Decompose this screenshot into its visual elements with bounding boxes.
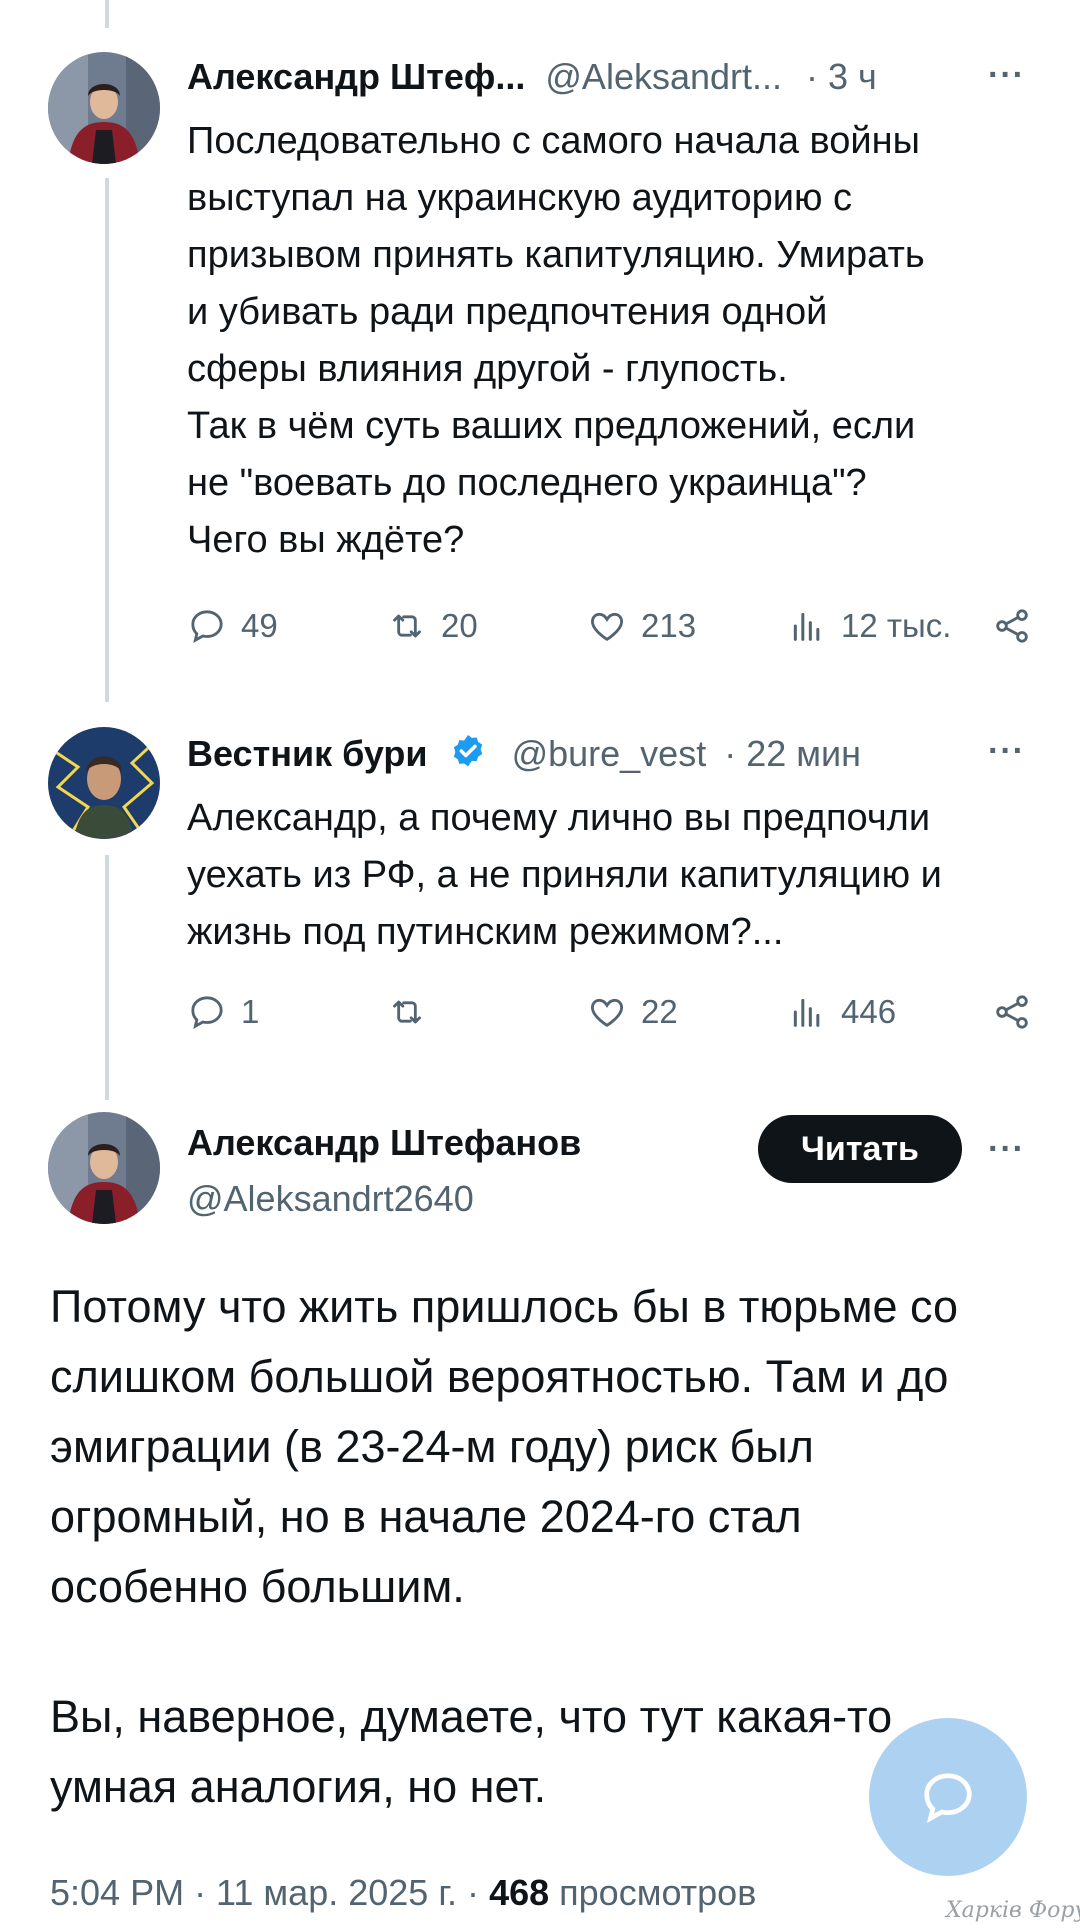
text-line: особенно большим. xyxy=(50,1561,465,1612)
like-count: 22 xyxy=(641,993,678,1030)
more-options-icon[interactable]: ··· xyxy=(988,732,1025,771)
reply-count: 1 xyxy=(241,993,260,1030)
text-line: жизнь под путинским режимом?... xyxy=(187,911,784,953)
text-line: сферы влияния другой - глупость. xyxy=(187,348,788,390)
views-label: просмотров xyxy=(559,1872,757,1913)
views-button[interactable]: 12 тыс. xyxy=(787,606,951,646)
more-options-icon[interactable]: ··· xyxy=(988,1130,1025,1169)
text-line: огромный, но в начале 2024-го стал xyxy=(50,1491,802,1542)
author-name[interactable]: Вестник бури xyxy=(187,733,428,774)
thread-line-top xyxy=(105,0,109,28)
views-icon xyxy=(793,612,820,641)
text-line: слишком большой вероятностью. Там и до xyxy=(50,1351,949,1402)
reply-button[interactable]: 1 xyxy=(187,992,259,1032)
tweet-actions: 49 20 213 12 тыс. xyxy=(187,606,1047,666)
follow-button[interactable]: Читать xyxy=(758,1115,962,1183)
author-name[interactable]: Александр Штефанов xyxy=(187,1122,581,1163)
repost-button[interactable] xyxy=(387,992,441,1032)
share-icon xyxy=(996,995,1028,1029)
avatar[interactable] xyxy=(48,1112,160,1224)
share-button[interactable] xyxy=(992,606,1032,646)
author-name[interactable]: Александр Штеф... xyxy=(187,56,525,97)
text-line: эмиграции (в 23-24-м году) риск был xyxy=(50,1421,814,1472)
avatar[interactable] xyxy=(48,52,160,164)
avatar[interactable] xyxy=(48,727,160,839)
more-options-icon[interactable]: ··· xyxy=(988,56,1025,95)
tweet-text: Александр, а почему лично вы предпочли у… xyxy=(187,790,1047,961)
repost-icon xyxy=(393,614,421,638)
tweet-header: Александр Штеф... @Aleksandrt... · 3 ч xyxy=(187,56,877,98)
share-icon xyxy=(996,609,1028,643)
tweet-time[interactable]: · 22 мин xyxy=(724,733,861,774)
like-count: 213 xyxy=(641,607,697,644)
text-line: уехать из РФ, а не приняли капитуляцию и xyxy=(187,854,942,896)
verified-badge-icon xyxy=(448,732,488,781)
compose-reply-icon xyxy=(924,1773,972,1823)
like-icon xyxy=(591,612,623,641)
text-line: не "воевать до последнего украинца"? xyxy=(187,462,867,504)
views-count: 446 xyxy=(841,993,897,1030)
reply-icon xyxy=(191,610,223,643)
compose-reply-button[interactable] xyxy=(869,1718,1027,1876)
views-button[interactable]: 446 xyxy=(787,992,896,1032)
tweet-time[interactable]: · 3 ч xyxy=(806,56,877,97)
reply-button[interactable]: 49 xyxy=(187,606,278,646)
main-author-name[interactable]: Александр Штефанов xyxy=(187,1122,581,1164)
tweet-actions: 1 22 446 xyxy=(187,992,1047,1052)
text-line: выступал на украинскую аудиторию с xyxy=(187,177,853,219)
repost-button[interactable]: 20 xyxy=(387,606,478,646)
like-button[interactable]: 213 xyxy=(587,606,696,646)
views-icon xyxy=(793,998,820,1027)
reply-icon xyxy=(191,996,223,1029)
repost-count: 20 xyxy=(441,607,478,644)
like-button[interactable]: 22 xyxy=(587,992,678,1032)
author-handle[interactable]: @bure_vest xyxy=(512,733,707,774)
text-line: Александр, а почему лично вы предпочли xyxy=(187,797,931,839)
tweet-meta: 5:04 PM · 11 мар. 2025 г. · 468 просмотр… xyxy=(50,1872,756,1914)
reply-count: 49 xyxy=(241,607,278,644)
views-count: 12 тыс. xyxy=(841,607,952,644)
text-line: и убивать ради предпочтения одной xyxy=(187,291,828,333)
views-count: 468 xyxy=(489,1872,550,1913)
thread-line-2 xyxy=(105,855,109,1100)
text-line: Последовательно с самого начала войны xyxy=(187,120,920,162)
text-line: Чего вы ждёте? xyxy=(187,519,465,561)
share-button[interactable] xyxy=(992,992,1032,1032)
text-line: Потому что жить пришлось бы в тюрьме со xyxy=(50,1281,959,1332)
repost-icon xyxy=(393,1000,421,1024)
main-author-handle[interactable]: @Aleksandrt2640 xyxy=(187,1178,474,1220)
text-line: призывом принять капитуляцию. Умирать xyxy=(187,234,925,276)
author-handle[interactable]: @Aleksandrt... xyxy=(545,56,782,97)
text-line: Так в чём суть ваших предложений, если xyxy=(187,405,916,447)
tweet-text: Последовательно с самого начала войны вы… xyxy=(187,113,1047,569)
thread-line-1 xyxy=(105,178,109,702)
watermark: Харків Форум xyxy=(946,1898,1080,1923)
main-tweet-text: Потому что жить пришлось бы в тюрьме со … xyxy=(50,1272,1050,1622)
like-icon xyxy=(591,998,623,1027)
tweet-header: Вестник бури @bure_vest · 22 мин xyxy=(187,732,861,781)
timestamp[interactable]: 5:04 PM · 11 мар. 2025 г. · xyxy=(50,1872,479,1913)
